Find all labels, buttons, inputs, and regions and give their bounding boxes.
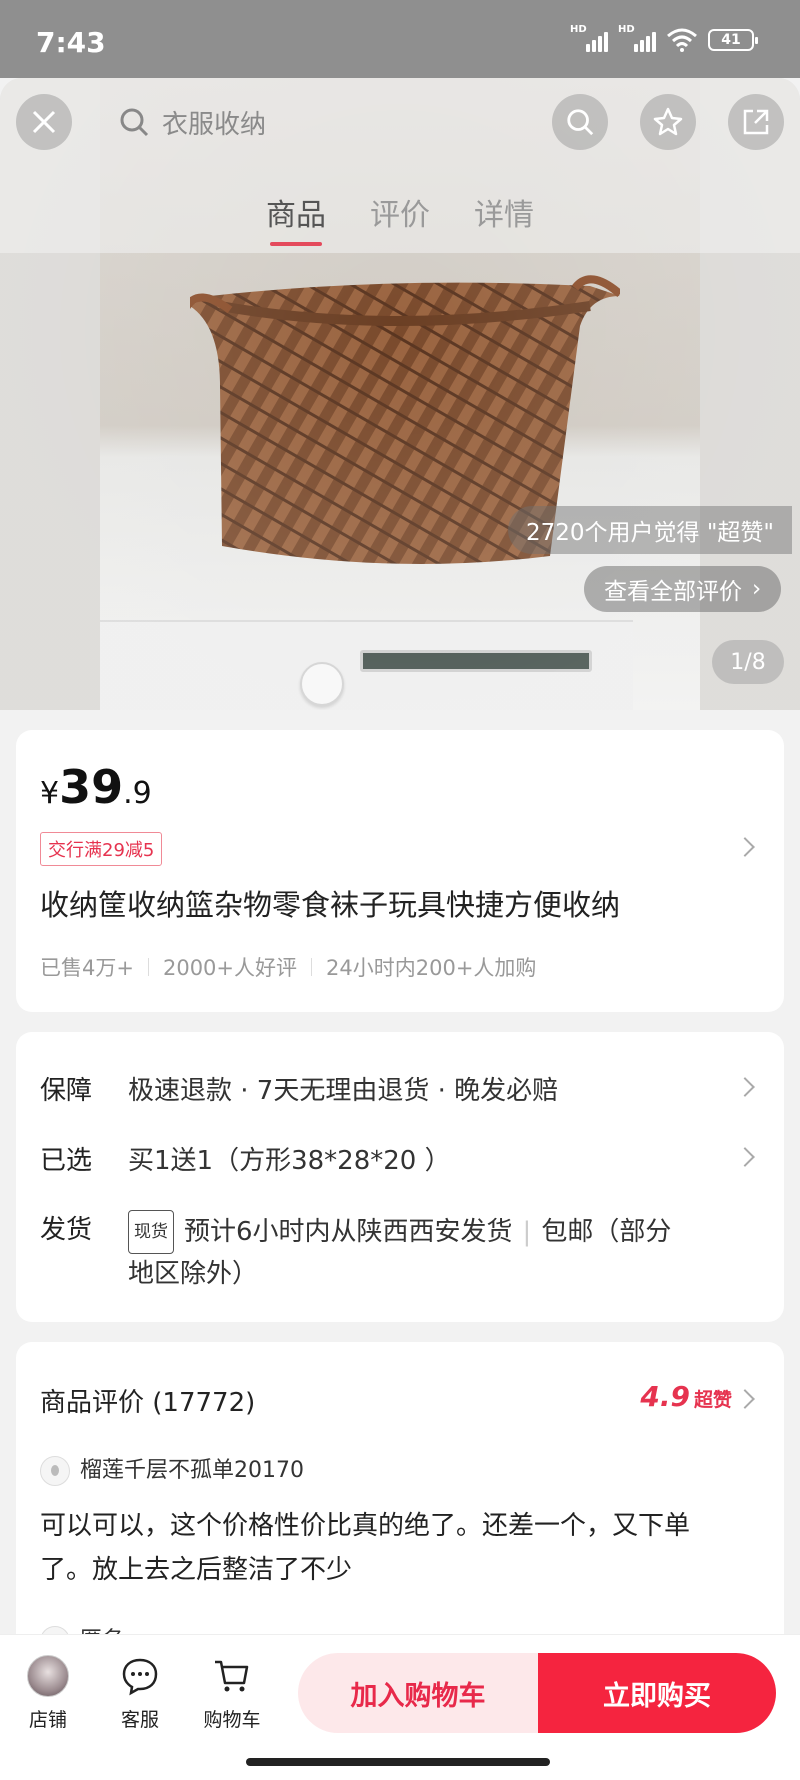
- rating-score: 4.9: [640, 1380, 690, 1413]
- chevron-right-icon[interactable]: [735, 1389, 755, 1409]
- search-placeholder: 衣服收纳: [162, 109, 267, 140]
- service-label: 客服: [120, 1709, 159, 1731]
- product-title: 收纳筐收纳篮杂物零食袜子玩具快捷方便收纳: [40, 888, 621, 922]
- view-all-reviews-button[interactable]: 查看全部评价 ›: [584, 566, 782, 612]
- tab-reviews[interactable]: 评价: [370, 190, 430, 234]
- selected-row[interactable]: 已选 买1送1（方形38*28*20 ）: [40, 1140, 451, 1177]
- wifi-icon: [667, 28, 697, 52]
- status-icons: HD HD 41: [570, 24, 758, 52]
- customer-service-button[interactable]: 客服: [100, 1653, 180, 1732]
- share-button[interactable]: [728, 94, 784, 150]
- product-gallery[interactable]: 衣服收纳 商品 评价 详情 2720个用户觉得 "超赞" 查看全部评价 › 1/…: [0, 78, 800, 710]
- search-input[interactable]: 衣服收纳: [100, 88, 480, 156]
- view-all-reviews-label: 查看全部评价: [604, 579, 742, 605]
- praise-banner: 2720个用户觉得 "超赞": [508, 506, 793, 554]
- cart-icon: [215, 1660, 249, 1692]
- status-bar: 7:43 HD HD 41: [0, 0, 800, 78]
- selected-value: 买1送1（方形38*28*20 ）: [128, 1146, 451, 1176]
- chat-icon: [122, 1658, 158, 1696]
- buy-now-button[interactable]: 立即购买: [538, 1653, 776, 1733]
- coupon-badge[interactable]: 交行满29减5: [40, 832, 163, 866]
- chevron-right-icon[interactable]: [735, 1077, 755, 1097]
- share-icon: [743, 109, 769, 135]
- section-tabs: 商品 评价 详情: [0, 190, 800, 246]
- store-label: 店铺: [28, 1709, 67, 1731]
- store-button[interactable]: 店铺: [8, 1653, 88, 1732]
- signal-icon: HD: [618, 24, 656, 52]
- shipping-row: 发货 现货 预计6小时内从陕西西安发货 | 包邮（部分 地区除外）: [40, 1210, 748, 1294]
- close-icon: [32, 110, 56, 134]
- search-button[interactable]: [552, 94, 608, 150]
- signal-icon: HD: [570, 24, 608, 52]
- shipping-value: 现货 预计6小时内从陕西西安发货 | 包邮（部分 地区除外）: [128, 1210, 748, 1294]
- rating-label: 超赞: [693, 1389, 732, 1411]
- in-stock-tag: 现货: [128, 1210, 174, 1254]
- price-card: ¥39.9 交行满29减5 收纳筐收纳篮杂物零食袜子玩具快捷方便收纳 已售4万+…: [16, 730, 784, 1012]
- status-time: 7:43: [36, 26, 106, 59]
- chevron-right-icon[interactable]: [735, 1147, 755, 1167]
- tab-details[interactable]: 详情: [474, 190, 534, 234]
- avatar: [40, 1456, 70, 1486]
- service-card: 保障 极速退款 · 7天无理由退货 · 晚发必赔 已选 买1送1（方形38*28…: [16, 1032, 784, 1322]
- search-icon: [567, 109, 594, 136]
- add-to-cart-button[interactable]: 加入购物车: [298, 1653, 538, 1733]
- chevron-right-icon[interactable]: [735, 837, 755, 857]
- praise-text: 2720个用户觉得 "超赞": [526, 520, 775, 546]
- positive-count: 2000+人好评: [162, 956, 298, 980]
- guarantee-label: 保障: [40, 1076, 93, 1106]
- product-sheet: 衣服收纳 商品 评价 详情 2720个用户觉得 "超赞" 查看全部评价 › 1/…: [0, 78, 800, 1780]
- recent-cart-count: 24小时内200+人加购: [326, 956, 537, 980]
- page-indicator: 1/8: [712, 640, 784, 684]
- sold-count: 已售4万+: [40, 956, 134, 980]
- guarantee-value: 极速退款 · 7天无理由退货 · 晚发必赔: [128, 1076, 559, 1106]
- battery-icon: 41: [708, 29, 758, 51]
- reviews-heading[interactable]: 商品评价 (17772): [40, 1382, 255, 1419]
- rating-summary[interactable]: 4.9 超赞: [640, 1380, 732, 1413]
- chevron-right-icon: ›: [752, 576, 762, 602]
- selected-label: 已选: [40, 1146, 93, 1176]
- tab-product[interactable]: 商品: [266, 190, 326, 246]
- product-stats: 已售4万+ 2000+人好评 24小时内200+人加购: [40, 952, 536, 982]
- search-icon: [120, 108, 149, 137]
- store-avatar: [27, 1655, 69, 1697]
- cart-label: 购物车: [203, 1709, 261, 1731]
- guarantee-row[interactable]: 保障 极速退款 · 7天无理由退货 · 晚发必赔: [40, 1070, 558, 1107]
- cart-button[interactable]: 购物车: [192, 1653, 272, 1732]
- review-text: 可以可以，这个价格性价比真的绝了。还差一个，又下单 了。放上去之后整洁了不少: [40, 1511, 691, 1585]
- home-indicator[interactable]: [246, 1758, 550, 1766]
- star-icon: [653, 107, 683, 136]
- price: ¥39.9: [40, 760, 152, 814]
- shipping-label: 发货: [40, 1215, 93, 1245]
- close-button[interactable]: [16, 94, 72, 150]
- favorite-button[interactable]: [640, 94, 696, 150]
- review-author: 榴莲千层不孤单20170: [40, 1452, 304, 1486]
